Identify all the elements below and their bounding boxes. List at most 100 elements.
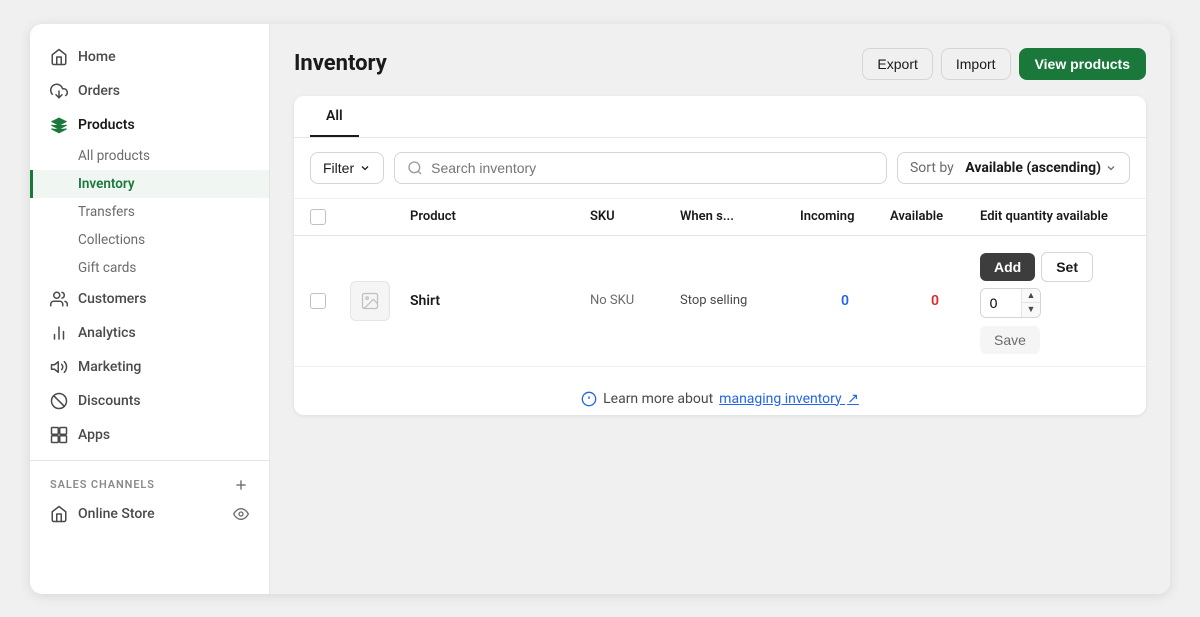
sidebar-sub-label: Collections: [78, 232, 145, 248]
col-product: Product: [410, 209, 590, 225]
tab-all[interactable]: All: [310, 96, 359, 137]
sidebar-item-label: Marketing: [78, 359, 141, 375]
sidebar-item-label: Apps: [78, 427, 110, 443]
row-checkbox-cell: [310, 293, 350, 309]
view-products-button[interactable]: View products: [1019, 48, 1146, 80]
sidebar-item-online-store[interactable]: Online Store: [30, 497, 269, 531]
sales-channels-title: SALES CHANNELS: [50, 478, 155, 491]
col-edit-qty: Edit quantity available: [980, 209, 1130, 225]
sales-channels-section: SALES CHANNELS: [30, 469, 269, 497]
row-image-cell: [350, 281, 410, 321]
qty-spinners: ▲ ▼: [1021, 289, 1040, 317]
set-qty-button[interactable]: Set: [1041, 252, 1093, 282]
edit-qty-controls: Add Set ▲ ▼: [980, 252, 1130, 318]
export-button[interactable]: Export: [862, 48, 932, 80]
incoming-value: 0: [841, 293, 849, 309]
toolbar: Filter Sort by Available (ascending): [294, 138, 1146, 199]
product-image: [350, 281, 390, 321]
add-sales-channel-icon[interactable]: [233, 477, 249, 493]
product-name: Shirt: [410, 293, 440, 309]
store-icon: [50, 505, 68, 523]
add-qty-button[interactable]: Add: [980, 253, 1035, 281]
learn-more-text: Learn more about: [603, 391, 713, 407]
sidebar-item-label: Home: [78, 49, 116, 65]
products-icon: [50, 116, 68, 134]
sidebar-sub-label: Gift cards: [78, 260, 136, 276]
app-container: Home Orders Produ: [30, 24, 1170, 594]
sidebar-item-analytics[interactable]: Analytics: [30, 316, 269, 350]
tabs-bar: All: [294, 96, 1146, 138]
select-all-checkbox[interactable]: [310, 209, 326, 225]
sidebar-sub-label: Transfers: [78, 204, 135, 220]
sidebar-sub-collections[interactable]: Collections: [30, 226, 269, 254]
search-icon: [407, 160, 423, 176]
orders-icon: [50, 82, 68, 100]
sku-value: No SKU: [590, 293, 634, 308]
sort-value: Available (ascending): [965, 160, 1101, 176]
sidebar-item-products[interactable]: Products: [30, 108, 269, 142]
col-when-sold: When s...: [680, 209, 800, 225]
sidebar-item-orders[interactable]: Orders: [30, 74, 269, 108]
search-box: [394, 152, 887, 184]
page-title: Inventory: [294, 51, 387, 76]
page-card: All Filter Sort by Available (ascend: [294, 96, 1146, 415]
col-incoming: Incoming: [800, 209, 890, 225]
available-value: 0: [931, 293, 939, 309]
qty-spinner-down[interactable]: ▼: [1022, 303, 1040, 317]
sidebar-item-label: Discounts: [78, 393, 141, 409]
col-sku: SKU: [590, 209, 680, 225]
import-button[interactable]: Import: [941, 48, 1011, 80]
qty-spinner-up[interactable]: ▲: [1022, 289, 1040, 303]
filter-button[interactable]: Filter: [310, 152, 384, 184]
row-sku-cell: No SKU: [590, 293, 680, 308]
learn-more-section: Learn more about managing inventory ↗: [294, 367, 1146, 415]
info-icon: [581, 391, 597, 407]
filter-label: Filter: [323, 160, 354, 176]
sidebar-sub-gift-cards[interactable]: Gift cards: [30, 254, 269, 282]
qty-input-row: ▲ ▼: [981, 289, 1040, 317]
external-link-icon: ↗: [847, 391, 859, 407]
managing-inventory-link[interactable]: managing inventory ↗: [719, 391, 859, 407]
main-content: Inventory Export Import View products Al…: [270, 24, 1170, 594]
sidebar-sub-all-products[interactable]: All products: [30, 142, 269, 170]
sidebar-item-label: Analytics: [78, 325, 136, 341]
row-incoming-cell: 0: [800, 293, 890, 309]
qty-input-field[interactable]: [981, 289, 1021, 317]
customers-icon: [50, 290, 68, 308]
sidebar-sub-label: Inventory: [78, 176, 135, 192]
col-image: [350, 209, 410, 225]
apps-icon: [50, 426, 68, 444]
header-actions: Export Import View products: [862, 48, 1146, 80]
row-when-sold-cell: Stop selling: [680, 293, 800, 308]
page-header: Inventory Export Import View products: [294, 48, 1146, 80]
online-store-eye-icon[interactable]: [233, 506, 249, 522]
when-sold-value: Stop selling: [680, 293, 747, 308]
sidebar-item-discounts[interactable]: Discounts: [30, 384, 269, 418]
row-available-cell: 0: [890, 293, 980, 309]
analytics-icon: [50, 324, 68, 342]
qty-input-group: ▲ ▼: [980, 288, 1041, 318]
sidebar-divider: [30, 460, 269, 461]
col-checkbox: [310, 209, 350, 225]
sidebar-item-label: Products: [78, 117, 135, 133]
sidebar-item-apps[interactable]: Apps: [30, 418, 269, 452]
save-qty-button[interactable]: Save: [980, 326, 1040, 354]
sidebar-sub-label: All products: [78, 148, 150, 164]
sidebar-item-label: Orders: [78, 83, 120, 99]
sidebar-sub-transfers[interactable]: Transfers: [30, 198, 269, 226]
home-icon: [50, 48, 68, 66]
table-row: Shirt No SKU Stop selling 0 0 Add: [294, 236, 1146, 367]
row-product-cell: Shirt: [410, 293, 590, 309]
sidebar-item-marketing[interactable]: Marketing: [30, 350, 269, 384]
edit-qty-wrapper: Add Set ▲ ▼: [980, 248, 1130, 354]
sort-button[interactable]: Sort by Available (ascending): [897, 152, 1130, 184]
sidebar-item-customers[interactable]: Customers: [30, 282, 269, 316]
sidebar-item-label: Customers: [78, 291, 146, 307]
sidebar-sub-inventory[interactable]: Inventory: [30, 170, 269, 198]
sort-prefix: Sort by: [910, 160, 954, 176]
discounts-icon: [50, 392, 68, 410]
col-available: Available: [890, 209, 980, 225]
sidebar-item-home[interactable]: Home: [30, 40, 269, 74]
row-checkbox[interactable]: [310, 293, 326, 309]
search-input[interactable]: [431, 160, 874, 176]
